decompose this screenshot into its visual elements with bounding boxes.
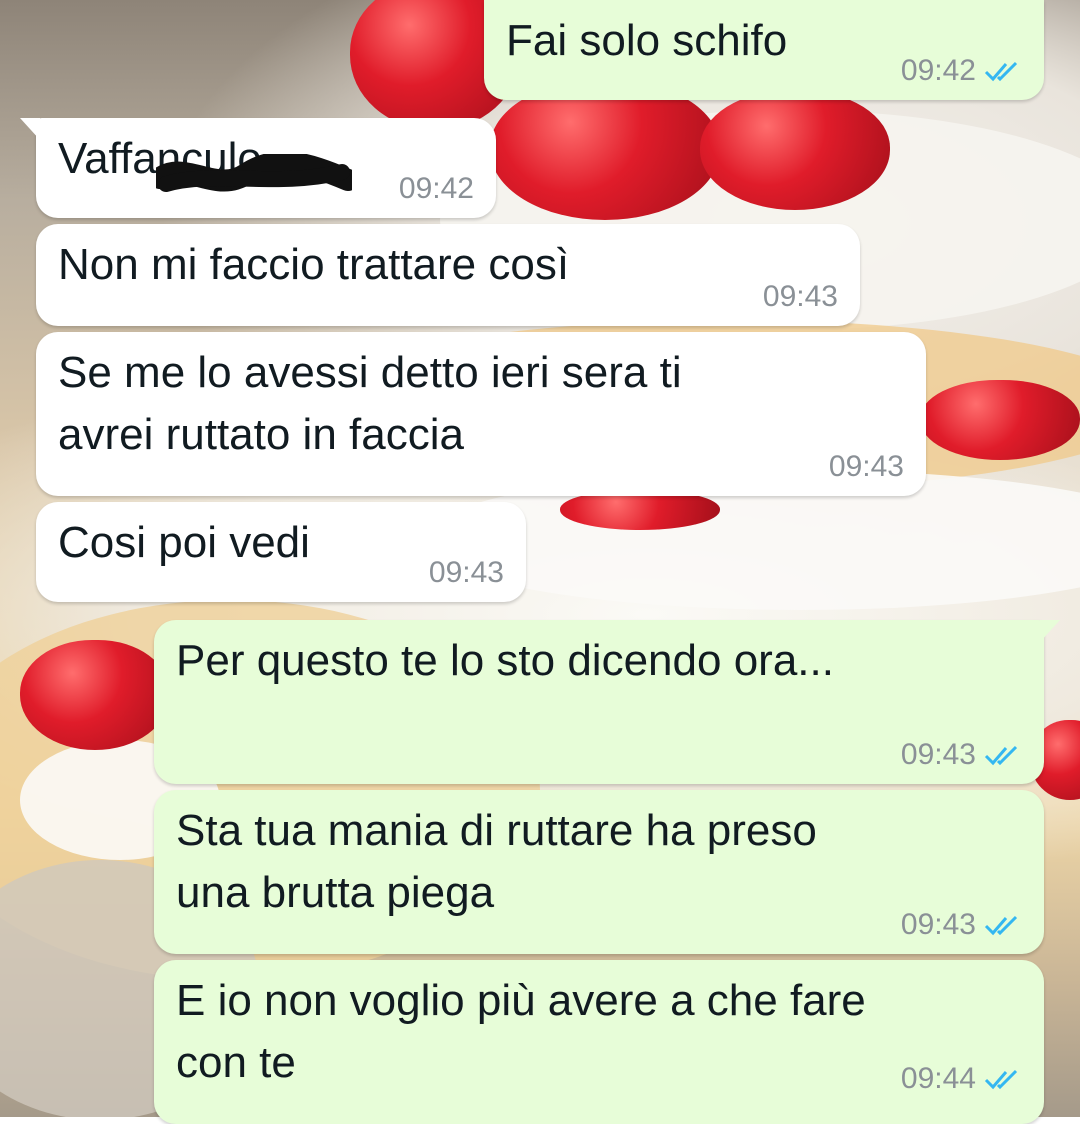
message-text: Non mi faccio trattare così — [58, 240, 570, 289]
message-meta: 09:43 — [763, 280, 838, 314]
message-time: 09:42 — [398, 172, 474, 205]
message-bubble-incoming[interactable]: Se me lo avessi detto ieri sera ti avrei… — [36, 332, 926, 496]
redaction-scribble-icon — [156, 154, 352, 192]
double-check-read-icon — [984, 1068, 1022, 1090]
message-time: 09:44 — [900, 1062, 976, 1095]
double-check-read-icon — [984, 60, 1022, 82]
message-meta: 09:43 — [901, 738, 1022, 772]
message-time: 09:43 — [428, 556, 504, 589]
message-meta: 09:42 — [399, 172, 474, 206]
message-text: Cosi poi vedi — [58, 518, 310, 567]
message-meta: 09:43 — [429, 556, 504, 590]
message-meta: 09:42 — [901, 54, 1022, 88]
double-check-read-icon — [984, 914, 1022, 936]
message-bubble-incoming[interactable]: Vaffanculo 09:42 — [20, 118, 496, 218]
message-text: Per questo te lo sto dicendo ora... — [176, 636, 834, 685]
message-time: 09:43 — [900, 908, 976, 941]
message-bubble-outgoing[interactable]: Fai solo schifo 09:42 — [484, 0, 1044, 100]
message-bubble-outgoing[interactable]: Sta tua mania di ruttare ha preso una br… — [154, 790, 1044, 954]
message-text: E io non voglio più avere a che fare con… — [176, 976, 866, 1087]
message-text: Se me lo avessi detto ieri sera ti avrei… — [58, 348, 682, 459]
message-meta: 09:43 — [901, 908, 1022, 942]
message-time: 09:43 — [762, 280, 838, 313]
message-bubble-incoming[interactable]: Non mi faccio trattare così 09:43 — [36, 224, 860, 326]
message-time: 09:43 — [828, 450, 904, 483]
double-check-read-icon — [984, 744, 1022, 766]
message-time: 09:42 — [900, 54, 976, 87]
message-text: Fai solo schifo — [506, 16, 788, 65]
message-bubble-outgoing[interactable]: E io non voglio più avere a che fare con… — [154, 960, 1044, 1124]
message-time: 09:43 — [900, 738, 976, 771]
message-bubble-outgoing[interactable]: Per questo te lo sto dicendo ora... 09:4… — [154, 620, 1060, 784]
message-bubble-incoming[interactable]: Cosi poi vedi 09:43 — [36, 502, 526, 602]
message-meta: 09:43 — [829, 450, 904, 484]
message-text: Sta tua mania di ruttare ha preso una br… — [176, 806, 817, 917]
message-meta: 09:44 — [901, 1062, 1022, 1096]
